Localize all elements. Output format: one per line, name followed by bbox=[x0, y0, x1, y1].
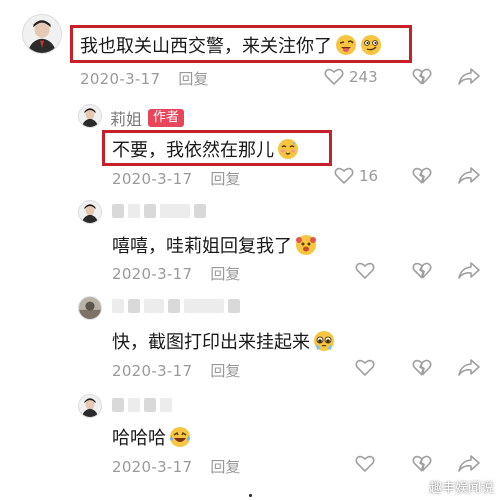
author-avatar[interactable] bbox=[78, 104, 102, 128]
share-icon bbox=[458, 359, 480, 376]
blurred-username[interactable] bbox=[112, 398, 172, 412]
comment-text: 嘻嘻，哇莉姐回复我了 bbox=[112, 232, 317, 258]
comment-meta: 2020-3-17 回复 bbox=[112, 360, 240, 381]
comment-date: 2020-3-17 bbox=[112, 169, 193, 188]
comment-date: 2020-3-17 bbox=[112, 361, 193, 380]
share-button[interactable] bbox=[458, 455, 480, 472]
excited-face-emoji bbox=[295, 234, 317, 256]
broken-heart-icon bbox=[412, 166, 432, 185]
like-button[interactable] bbox=[355, 261, 375, 280]
like-count: 243 bbox=[349, 67, 378, 86]
like-button[interactable] bbox=[355, 454, 375, 473]
scroll-indicator-dot bbox=[249, 494, 252, 497]
comment-date: 2020-3-17 bbox=[80, 69, 161, 88]
blush-sweat-emoji bbox=[277, 138, 299, 160]
reply-button[interactable]: 回复 bbox=[210, 168, 240, 189]
like-button[interactable] bbox=[355, 358, 375, 377]
avatar[interactable] bbox=[78, 296, 102, 320]
comment-meta: 2020-3-17 回复 bbox=[112, 456, 240, 477]
author-name[interactable]: 莉姐 bbox=[110, 106, 142, 130]
avatar[interactable] bbox=[22, 14, 62, 54]
heart-icon bbox=[355, 454, 375, 473]
heart-icon bbox=[355, 261, 375, 280]
avatar[interactable] bbox=[78, 200, 102, 224]
comment-text: 哈哈哈 bbox=[112, 424, 191, 450]
watermark: 趣丰娱闻说 bbox=[428, 481, 494, 496]
heart-icon bbox=[324, 67, 344, 86]
share-icon bbox=[458, 455, 480, 472]
share-button[interactable] bbox=[458, 262, 480, 279]
share-icon bbox=[458, 262, 480, 279]
comment-meta: 2020-3-17 回复 bbox=[112, 168, 240, 189]
comment-text: 快，截图打印出来挂起来 bbox=[112, 328, 335, 354]
heart-icon bbox=[334, 166, 354, 185]
broken-heart-icon bbox=[412, 67, 432, 86]
reply-button[interactable]: 回复 bbox=[210, 263, 240, 284]
author-badge: 作者 bbox=[148, 109, 185, 127]
share-button[interactable] bbox=[458, 68, 480, 85]
smirk-emoji bbox=[360, 34, 382, 56]
comment-date: 2020-3-17 bbox=[112, 457, 193, 476]
share-icon bbox=[458, 68, 480, 85]
dislike-button[interactable] bbox=[412, 67, 432, 86]
dislike-button[interactable] bbox=[412, 358, 432, 377]
share-icon bbox=[458, 167, 480, 184]
dislike-button[interactable] bbox=[412, 166, 432, 185]
laugh-tongue-emoji bbox=[335, 34, 357, 56]
broken-heart-icon bbox=[412, 358, 432, 377]
broken-heart-icon bbox=[412, 261, 432, 280]
like-button[interactable]: 16 bbox=[334, 166, 378, 185]
reply-button[interactable]: 回复 bbox=[210, 360, 240, 381]
dislike-button[interactable] bbox=[412, 454, 432, 473]
like-count: 16 bbox=[359, 166, 379, 185]
reply-button[interactable]: 回复 bbox=[210, 456, 240, 477]
comment-date: 2020-3-17 bbox=[112, 264, 193, 283]
share-button[interactable] bbox=[458, 167, 480, 184]
dislike-button[interactable] bbox=[412, 261, 432, 280]
reply-button[interactable]: 回复 bbox=[178, 68, 208, 89]
laughing-tears-emoji bbox=[169, 426, 191, 448]
blurred-username[interactable] bbox=[112, 299, 240, 313]
broken-heart-icon bbox=[412, 454, 432, 473]
blurred-username[interactable] bbox=[112, 204, 206, 218]
comment-meta: 2020-3-17 回复 bbox=[112, 263, 240, 284]
comment-text: 我也取关山西交警，来关注你了 bbox=[80, 32, 382, 58]
author-name-row: 莉姐 作者 bbox=[110, 106, 185, 130]
avatar[interactable] bbox=[78, 394, 102, 418]
pleading-face-emoji bbox=[313, 330, 335, 352]
like-button[interactable]: 243 bbox=[324, 67, 378, 86]
heart-icon bbox=[355, 358, 375, 377]
comment-text: 不要，我依然在那儿 bbox=[112, 136, 299, 162]
share-button[interactable] bbox=[458, 359, 480, 376]
comment-meta: 2020-3-17 回复 bbox=[80, 68, 208, 89]
